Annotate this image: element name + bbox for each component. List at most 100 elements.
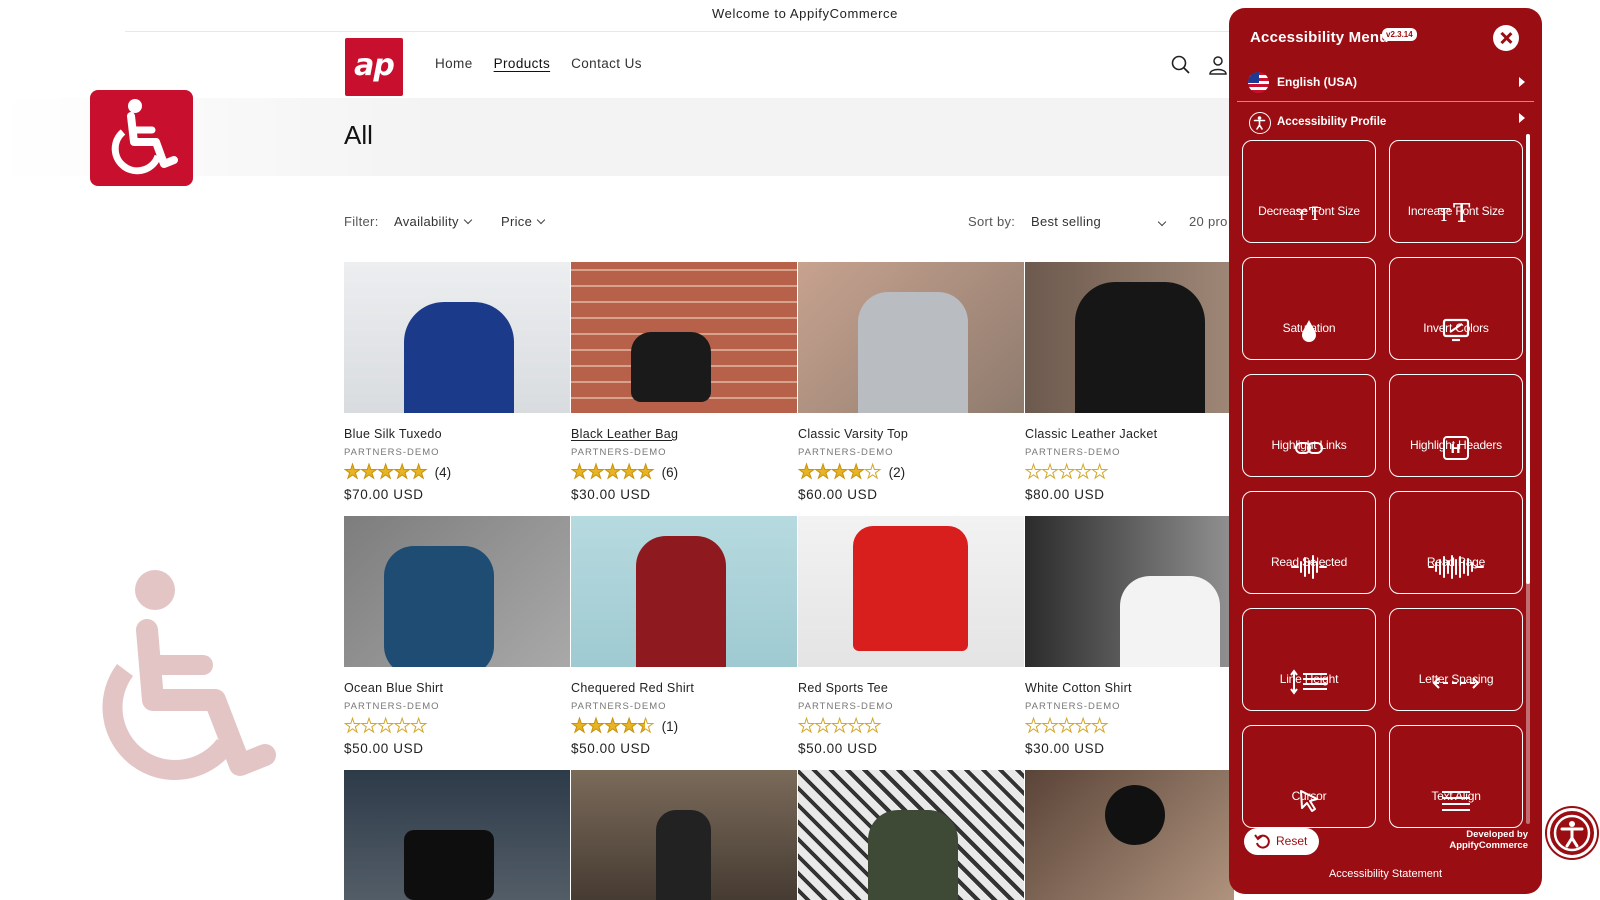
product-name[interactable]: Blue Silk Tuxedo [344,427,570,441]
caret-right-icon [1519,113,1525,123]
product-image[interactable] [798,262,1024,413]
search-icon[interactable] [1170,54,1192,76]
nav-contact[interactable]: Contact Us [571,56,642,71]
product-price: $70.00 USD [344,487,424,502]
product-image[interactable] [344,770,570,900]
product-card[interactable]: Blue Silk Tuxedo PARTNERS-DEMO ★★★★★ ★★★★★ (… [344,262,570,502]
product-card[interactable] [344,770,570,900]
language-label: English (USA) [1277,75,1357,89]
nav-products[interactable]: Products [494,56,550,71]
product-card[interactable]: Classic Varsity Top PARTNERS-DEMO ★★★★★ ★★★… [798,262,1024,502]
product-card[interactable]: Black Leather Bag PARTNERS-DEMO ★★★★★ ★★★★★… [571,262,797,502]
product-card[interactable] [798,770,1024,900]
product-image[interactable] [571,516,797,667]
availability-filter[interactable]: Availability [394,214,473,229]
sort-value: Best selling [1031,214,1102,229]
tile-label: Read Selected [1270,555,1348,569]
product-card[interactable]: Red Sports Tee PARTNERS-DEMO ★★★★★★★★★★ $50… [798,516,1024,756]
product-image[interactable] [1025,516,1234,667]
product-name[interactable]: Black Leather Bag [571,427,797,441]
language-selector[interactable]: English (USA) [1237,64,1534,102]
product-name[interactable]: Chequered Red Shirt [571,681,797,695]
product-card[interactable]: Classic Leather Jacket PARTNERS-DEMO ★★★★★… [1025,262,1234,502]
product-image[interactable] [1025,770,1234,900]
accessibility-profile-toggle[interactable]: Accessibility Profile [1237,104,1534,142]
tile-read-selected[interactable]: Read Selected [1242,491,1376,594]
panel-scrollbar[interactable] [1526,134,1530,824]
product-rating: ★★★★★★★★★★ [344,716,570,736]
tile-label: Cursor [1291,789,1327,803]
product-image[interactable] [571,262,797,413]
price-filter[interactable]: Price [501,214,546,229]
reset-label: Reset [1276,834,1308,848]
wheelchair-icon [111,99,178,175]
product-image[interactable] [798,516,1024,667]
developer-credit[interactable]: Developed by AppifyCommerce [1408,829,1528,851]
product-rating: ★★★★★★★★★★ [798,716,1024,736]
product-name[interactable]: Red Sports Tee [798,681,1024,695]
store-logo[interactable]: ap [345,38,403,96]
product-rating: ★★★★★★★★★★ [1025,716,1234,736]
nav-home[interactable]: Home [435,56,473,71]
product-name[interactable]: Classic Leather Jacket [1025,427,1234,441]
star-rating-icon: ★★★★★★★★★★ [571,715,655,737]
tile-label: Text Align [1431,789,1481,803]
product-card[interactable] [1025,770,1234,900]
product-photo-subject [636,536,726,667]
scrollbar-thumb[interactable] [1526,134,1530,584]
tile-letter-spacing[interactable]: Letter Spacing [1389,608,1523,711]
accessibility-badge[interactable] [90,90,193,186]
tile-label: Letter Spacing [1418,672,1494,686]
product-image[interactable] [344,262,570,413]
product-price: $60.00 USD [798,487,878,502]
tile-highlight-headers[interactable]: H Highlight Headers [1389,374,1523,477]
tile-label: Highlight Links [1271,438,1347,452]
product-name[interactable]: Classic Varsity Top [798,427,1024,441]
accessibility-widget-button[interactable] [1547,808,1597,858]
tile-invert-colors[interactable]: Invert Colors [1389,257,1523,360]
product-vendor: PARTNERS-DEMO [1025,701,1121,712]
product-vendor: PARTNERS-DEMO [571,701,667,712]
tile-text-align[interactable]: Text Align [1389,725,1523,828]
account-icon[interactable] [1207,54,1229,76]
product-photo-subject [1105,785,1165,845]
us-flag-icon [1248,72,1269,93]
tile-label: Line Height [1279,672,1339,686]
tile-saturation[interactable]: Saturation [1242,257,1376,360]
sort-select[interactable]: Best selling [1031,214,1167,229]
tile-increase-font-size[interactable]: T T Increase Font Size [1389,140,1523,243]
product-count: 20 pro [1189,214,1228,229]
accessibility-statement-link[interactable]: Accessibility Statement [1229,868,1542,880]
caret-right-icon [1519,77,1525,87]
reset-button[interactable]: Reset [1244,828,1319,855]
product-image[interactable] [571,770,797,900]
close-icon[interactable] [1493,25,1519,51]
star-rating-icon: ★★★★★★★★★★ [798,461,882,483]
accessibility-person-icon [1553,814,1591,852]
tile-label: Invert Colors [1423,321,1489,335]
product-name[interactable]: White Cotton Shirt [1025,681,1234,695]
accessibility-panel: Accessibility Menu v2.3.14 English (USA)… [1229,8,1542,894]
product-photo-subject [384,546,494,667]
price-label: Price [501,214,533,229]
product-photo-subject [404,302,514,413]
collection-title: All [344,120,373,150]
tile-decrease-font-size[interactable]: T T Decrease Font Size [1242,140,1376,243]
product-price: $30.00 USD [1025,741,1105,756]
filter-label: Filter: [344,214,379,229]
product-card[interactable] [571,770,797,900]
product-card[interactable]: White Cotton Shirt PARTNERS-DEMO ★★★★★★★★★… [1025,516,1234,756]
sort-label: Sort by: [968,214,1016,229]
review-count: (6) [661,464,679,480]
product-image[interactable] [798,770,1024,900]
tile-line-height[interactable]: Line Height [1242,608,1376,711]
product-name[interactable]: Ocean Blue Shirt [344,681,570,695]
tile-read-page[interactable]: Read Page [1389,491,1523,594]
product-image[interactable] [1025,262,1234,413]
tile-cursor[interactable]: Cursor [1242,725,1376,828]
product-card[interactable]: Chequered Red Shirt PARTNERS-DEMO ★★★★★ ★★★… [571,516,797,756]
product-card[interactable]: Ocean Blue Shirt PARTNERS-DEMO ★★★★★★★★★★ $… [344,516,570,756]
product-image[interactable] [344,516,570,667]
tile-highlight-links[interactable]: Highlight Links [1242,374,1376,477]
product-photo-subject [853,526,968,651]
